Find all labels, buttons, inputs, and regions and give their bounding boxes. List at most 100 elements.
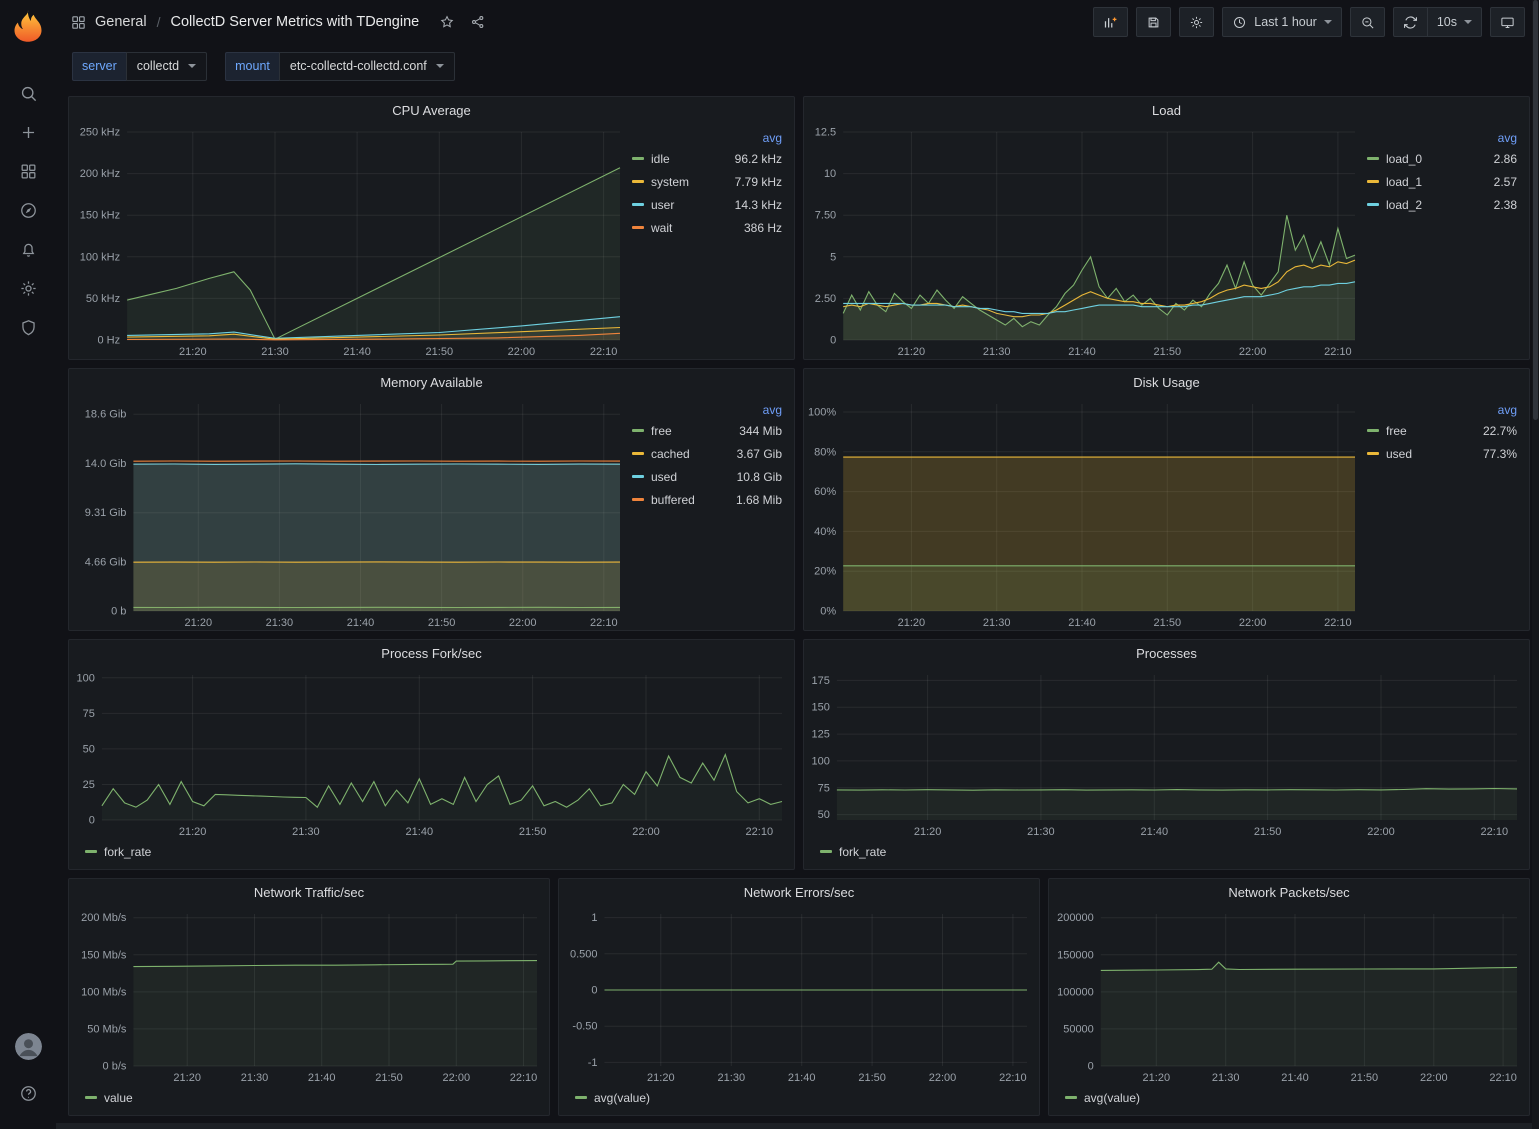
panel-title[interactable]: Network Traffic/sec bbox=[69, 879, 549, 906]
legend-item[interactable]: buffered1.68 Mib bbox=[632, 488, 782, 511]
panel-title[interactable]: CPU Average bbox=[69, 97, 794, 124]
svg-text:-1: -1 bbox=[588, 1057, 598, 1069]
legend-item[interactable]: fork_rate bbox=[820, 845, 886, 859]
legend-item[interactable]: user14.3 kHz bbox=[632, 193, 782, 216]
legend: fork_rate bbox=[69, 839, 794, 869]
series-color-swatch bbox=[632, 475, 644, 478]
variable-value-dropdown[interactable]: etc-collectd-collectd.conf bbox=[279, 52, 455, 81]
svg-text:21:30: 21:30 bbox=[266, 617, 294, 629]
svg-text:21:40: 21:40 bbox=[1068, 617, 1096, 629]
process-fork-chart[interactable]: 025507510021:2021:3021:4021:5022:0022:10 bbox=[69, 667, 794, 839]
legend-item[interactable]: used10.8 Gib bbox=[632, 465, 782, 488]
add-panel-button[interactable] bbox=[1093, 7, 1128, 37]
explore-compass-icon[interactable] bbox=[8, 191, 48, 230]
grafana-logo-icon[interactable] bbox=[10, 8, 46, 44]
svg-text:22:00: 22:00 bbox=[1367, 826, 1395, 838]
legend-item[interactable]: cached3.67 Gib bbox=[632, 442, 782, 465]
legend-header: avg bbox=[632, 128, 782, 147]
panel-title[interactable]: Load bbox=[804, 97, 1529, 124]
processes-chart[interactable]: 507510012515017521:2021:3021:4021:5022:0… bbox=[804, 667, 1529, 839]
memory-available-chart[interactable]: 0 b4.66 Gib9.31 Gib14.0 Gib18.6 Gib21:20… bbox=[69, 396, 632, 630]
svg-text:1: 1 bbox=[591, 912, 597, 924]
dashboard-grid: CPU Average 0 Hz50 kHz100 kHz150 kHz200 … bbox=[56, 88, 1539, 1129]
series-color-swatch bbox=[1065, 1096, 1077, 1099]
scrollbar-thumb[interactable] bbox=[1533, 0, 1538, 420]
svg-text:80%: 80% bbox=[814, 446, 836, 458]
svg-text:21:30: 21:30 bbox=[1027, 826, 1055, 838]
series-color-swatch bbox=[85, 1096, 97, 1099]
panel-title[interactable]: Processes bbox=[804, 640, 1529, 667]
network-errors-chart[interactable]: -1-0.5000.500121:2021:3021:4021:5022:002… bbox=[559, 906, 1039, 1085]
variable-value-dropdown[interactable]: collectd bbox=[126, 52, 207, 81]
svg-text:21:40: 21:40 bbox=[406, 826, 434, 838]
save-dashboard-button[interactable] bbox=[1136, 7, 1171, 37]
dashboard-settings-button[interactable] bbox=[1179, 7, 1214, 37]
variables-bar: server collectd mount etc-collectd-colle… bbox=[56, 44, 1539, 88]
svg-text:22:10: 22:10 bbox=[590, 617, 618, 629]
zoom-out-time-button[interactable] bbox=[1350, 7, 1385, 37]
refresh-button-group: 10s bbox=[1393, 7, 1482, 37]
legend-item[interactable]: wait386 Hz bbox=[632, 216, 782, 239]
legend-item[interactable]: avg(value) bbox=[575, 1091, 650, 1105]
panel-network-packets: Network Packets/sec 05000010000015000020… bbox=[1048, 878, 1530, 1116]
panel-title[interactable]: Network Errors/sec bbox=[559, 879, 1039, 906]
series-color-swatch bbox=[1367, 157, 1379, 160]
legend-item[interactable]: avg(value) bbox=[1065, 1091, 1140, 1105]
disk-usage-chart[interactable]: 0%20%40%60%80%100%21:2021:3021:4021:5022… bbox=[804, 396, 1367, 630]
panel-title[interactable]: Memory Available bbox=[69, 369, 794, 396]
svg-text:200000: 200000 bbox=[1057, 912, 1094, 924]
user-avatar[interactable] bbox=[15, 1033, 42, 1060]
configuration-gear-icon[interactable] bbox=[8, 269, 48, 308]
svg-text:150000: 150000 bbox=[1057, 949, 1094, 961]
legend-item[interactable]: fork_rate bbox=[85, 845, 151, 859]
breadcrumb-folder[interactable]: General bbox=[95, 14, 147, 30]
legend-item[interactable]: load_02.86 bbox=[1367, 147, 1517, 170]
grafana-app: General / CollectD Server Metrics with T… bbox=[0, 0, 1539, 1129]
horizontal-scrollbar[interactable] bbox=[56, 1123, 1532, 1129]
legend-item[interactable]: idle96.2 kHz bbox=[632, 147, 782, 170]
load-chart[interactable]: 02.5057.501012.521:2021:3021:4021:5022:0… bbox=[804, 124, 1367, 359]
legend: avgfree22.7%used77.3% bbox=[1367, 396, 1529, 630]
legend-item[interactable]: load_12.57 bbox=[1367, 170, 1517, 193]
time-range-picker[interactable]: Last 1 hour bbox=[1222, 7, 1342, 37]
server-admin-shield-icon[interactable] bbox=[8, 308, 48, 347]
panel-title[interactable]: Network Packets/sec bbox=[1049, 879, 1529, 906]
network-packets-chart[interactable]: 05000010000015000020000021:2021:3021:402… bbox=[1049, 906, 1529, 1085]
svg-text:21:20: 21:20 bbox=[1143, 1072, 1171, 1084]
share-icon[interactable] bbox=[470, 14, 486, 30]
variable-label: mount bbox=[225, 52, 279, 81]
dashboards-icon[interactable] bbox=[8, 152, 48, 191]
refresh-button[interactable] bbox=[1393, 7, 1427, 37]
create-plus-icon[interactable] bbox=[8, 113, 48, 152]
svg-text:21:50: 21:50 bbox=[428, 617, 456, 629]
network-traffic-chart[interactable]: 0 b/s50 Mb/s100 Mb/s150 Mb/s200 Mb/s21:2… bbox=[69, 906, 549, 1085]
legend-item[interactable]: free22.7% bbox=[1367, 419, 1517, 442]
svg-text:50 kHz: 50 kHz bbox=[86, 293, 120, 305]
legend-item[interactable]: used77.3% bbox=[1367, 442, 1517, 465]
legend-item[interactable]: free344 Mib bbox=[632, 419, 782, 442]
top-navbar: General / CollectD Server Metrics with T… bbox=[56, 0, 1539, 44]
panel-title[interactable]: Process Fork/sec bbox=[69, 640, 794, 667]
panel-title[interactable]: Disk Usage bbox=[804, 369, 1529, 396]
svg-text:0.500: 0.500 bbox=[570, 948, 598, 960]
help-icon[interactable] bbox=[8, 1074, 48, 1113]
vertical-scrollbar[interactable] bbox=[1532, 0, 1539, 1129]
legend-item[interactable]: value bbox=[85, 1091, 133, 1105]
svg-text:22:00: 22:00 bbox=[1239, 346, 1267, 358]
legend: avg(value) bbox=[1049, 1085, 1529, 1115]
legend-item[interactable]: load_22.38 bbox=[1367, 193, 1517, 216]
refresh-interval-picker[interactable]: 10s bbox=[1427, 7, 1482, 37]
svg-text:21:30: 21:30 bbox=[983, 346, 1011, 358]
search-icon[interactable] bbox=[8, 74, 48, 113]
cpu-average-chart[interactable]: 0 Hz50 kHz100 kHz150 kHz200 kHz250 kHz21… bbox=[69, 124, 632, 359]
alerting-bell-icon[interactable] bbox=[8, 230, 48, 269]
svg-text:22:00: 22:00 bbox=[1239, 617, 1267, 629]
svg-text:75: 75 bbox=[818, 782, 830, 794]
star-icon[interactable] bbox=[439, 14, 455, 30]
svg-text:0: 0 bbox=[89, 815, 95, 827]
sidebar bbox=[0, 0, 56, 1129]
svg-text:21:40: 21:40 bbox=[1281, 1072, 1309, 1084]
legend-item[interactable]: system7.79 kHz bbox=[632, 170, 782, 193]
variable-server: server collectd bbox=[72, 52, 207, 81]
tv-mode-button[interactable] bbox=[1490, 7, 1525, 37]
